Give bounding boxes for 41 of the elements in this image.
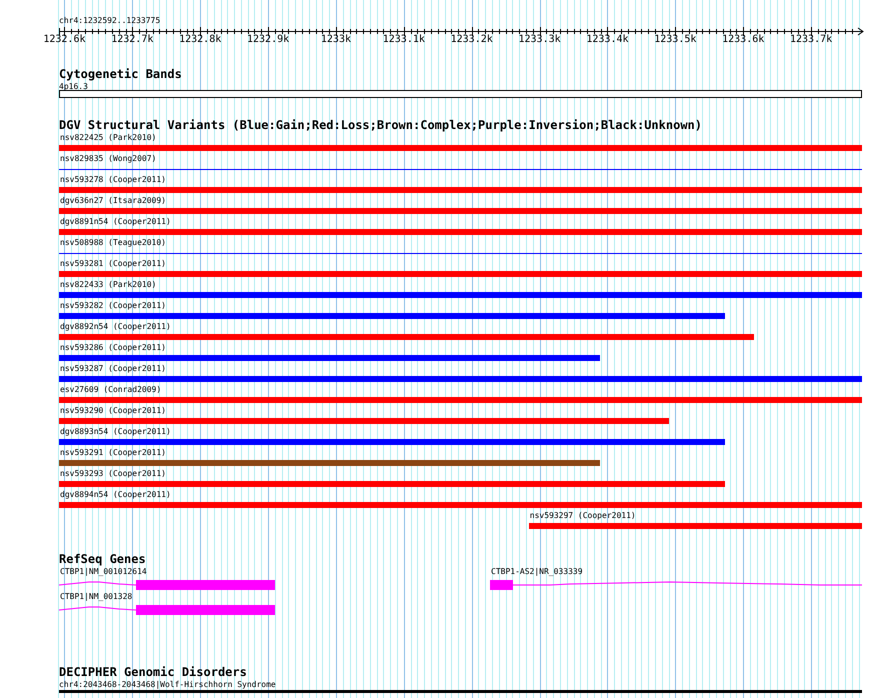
variant-label: dgv8894n54 (Cooper2011)	[59, 489, 171, 500]
variant-label: nsv593291 (Cooper2011)	[59, 447, 166, 458]
ruler-tick-label: 1232.6k	[43, 34, 86, 46]
variant-label: dgv636n27 (Itsara2009)	[59, 195, 166, 206]
disorder-label: chr4:2043468-2043468|Wolf-Hirschhorn Syndrome	[59, 679, 277, 690]
track-title: Cytogenetic Bands	[59, 68, 183, 81]
track-title: DGV Structural Variants (Blue:Gain;Red:Loss;Brown:Complex;Purple:Inversion;Black:Unknown)	[59, 119, 703, 132]
track-title: DECIPHER Genomic Disorders	[59, 666, 248, 679]
variant-label: nsv593286 (Cooper2011)	[59, 342, 166, 353]
ruler-tick-label: 1233.4k	[586, 34, 629, 46]
gene-label: CTBP1-AS2|NR_033339	[490, 566, 584, 577]
variant-label: nsv508988 (Teague2010)	[59, 237, 166, 248]
position-label: chr4:1232592..1233775	[59, 15, 160, 26]
gene-label: CTBP1|NM_001328	[59, 591, 134, 602]
variant-label: nsv593290 (Cooper2011)	[59, 405, 166, 416]
variant-label: nsv593282 (Cooper2011)	[59, 300, 166, 311]
variant-label: dgv8891n54 (Cooper2011)	[59, 216, 171, 227]
variant-label: dgv8892n54 (Cooper2011)	[59, 321, 171, 332]
variant-label: nsv822433 (Park2010)	[59, 279, 156, 290]
variant-label: nsv593278 (Cooper2011)	[59, 174, 166, 185]
variant-label: nsv593287 (Cooper2011)	[59, 363, 166, 374]
ruler-tick-label: 1232.8k	[179, 34, 222, 46]
band-label: 4p16.3	[59, 81, 89, 92]
ruler-tick-label: 1233.6k	[722, 34, 764, 46]
ruler-tick-label: 1232.7k	[111, 34, 154, 46]
gene-label: CTBP1|NM_001012614	[59, 566, 148, 577]
ruler-tick-label: 1233k	[320, 34, 351, 46]
track-title: RefSeq Genes	[59, 553, 147, 566]
variant-label: nsv822425 (Park2010)	[59, 132, 156, 143]
variant-label: nsv829835 (Wong2007)	[59, 153, 156, 164]
ruler-tick-label: 1233.2k	[450, 34, 493, 46]
variant-label: esv27609 (Conrad2009)	[59, 384, 162, 395]
ruler-tick-label: 1233.7k	[790, 34, 832, 46]
ruler-tick-label: 1233.3k	[518, 34, 561, 46]
variant-label: nsv593293 (Cooper2011)	[59, 468, 166, 479]
variant-label: nsv593297 (Cooper2011)	[528, 510, 636, 521]
ruler-tick-label: 1233.5k	[654, 34, 696, 46]
ruler-tick-label: 1232.9k	[246, 34, 290, 46]
ruler-tick-label: 1233.1k	[382, 34, 425, 46]
variant-label: nsv593281 (Cooper2011)	[59, 258, 166, 269]
variant-label: dgv8893n54 (Cooper2011)	[59, 426, 171, 437]
